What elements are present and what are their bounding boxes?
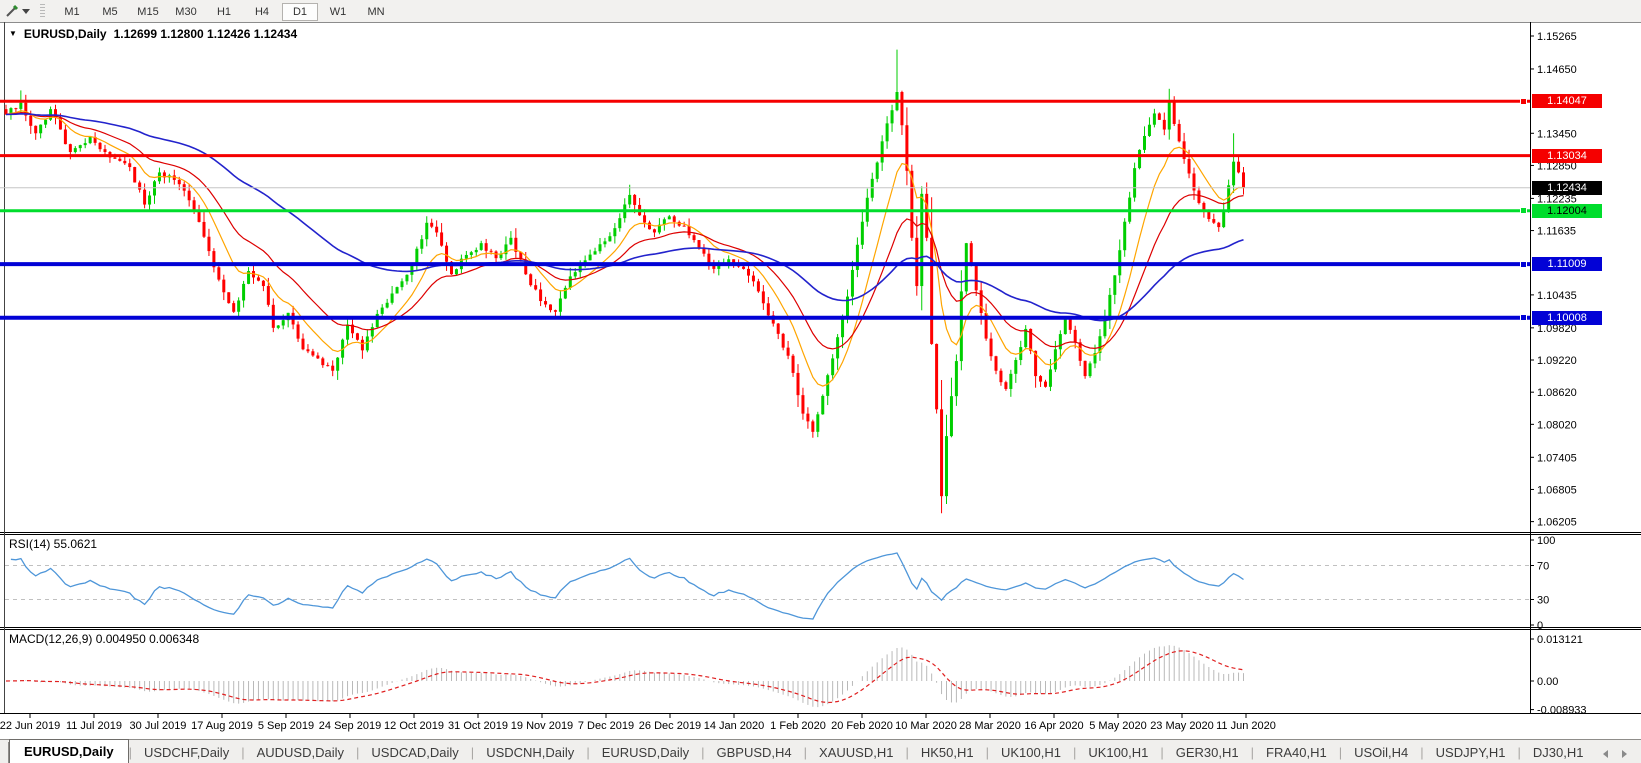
tab-bar-edge <box>0 742 9 763</box>
level-line-handle[interactable] <box>1520 314 1527 321</box>
tab-usdcad-daily[interactable]: USDCAD,Daily <box>359 742 470 763</box>
level-line-handle[interactable] <box>1520 98 1527 105</box>
tab-list: EURUSD,Daily|USDCHF,Daily|AUDUSD,Daily|U… <box>9 739 1595 763</box>
tab-eurusd-daily[interactable]: EURUSD,Daily <box>590 742 701 763</box>
svg-text:100: 100 <box>1537 535 1555 547</box>
tab-usdcnh-daily[interactable]: USDCNH,Daily <box>474 742 586 763</box>
svg-text:28 Mar 2020: 28 Mar 2020 <box>959 720 1021 732</box>
tab-uk100-h1[interactable]: UK100,H1 <box>1076 742 1160 763</box>
svg-text:14 Jan 2020: 14 Jan 2020 <box>704 720 765 732</box>
collapse-chart-icon[interactable]: ▼ <box>9 29 17 39</box>
tab-usdjpy-h1[interactable]: USDJPY,H1 <box>1424 742 1518 763</box>
chart-title: ▼ EURUSD,Daily 1.12699 1.12800 1.12426 1… <box>9 27 297 41</box>
tab-xauusd-h1[interactable]: XAUUSD,H1 <box>807 742 905 763</box>
svg-text:1.09220: 1.09220 <box>1537 355 1577 367</box>
svg-text:1.11635: 1.11635 <box>1537 226 1576 238</box>
svg-text:17 Aug 2019: 17 Aug 2019 <box>191 720 253 732</box>
tab-usdchf-daily[interactable]: USDCHF,Daily <box>132 742 241 763</box>
tab-scroll-left-icon[interactable] <box>1603 750 1608 758</box>
trading-app-window: M1M5M15M30H1H4D1W1MN 1.152651.146501.134… <box>0 0 1641 763</box>
svg-text:1.07405: 1.07405 <box>1537 452 1577 464</box>
svg-text:1.06205: 1.06205 <box>1537 517 1577 529</box>
svg-text:1.08020: 1.08020 <box>1537 419 1577 431</box>
svg-text:31 Oct 2019: 31 Oct 2019 <box>448 720 508 732</box>
svg-text:70: 70 <box>1537 561 1549 573</box>
svg-text:1.13450: 1.13450 <box>1537 128 1577 140</box>
svg-text:1.08620: 1.08620 <box>1537 387 1577 399</box>
svg-text:5 May 2020: 5 May 2020 <box>1089 720 1146 732</box>
tab-scroll-right-icon[interactable] <box>1622 750 1627 758</box>
tab-scroll-controls <box>1603 750 1641 763</box>
svg-text:23 May 2020: 23 May 2020 <box>1150 720 1214 732</box>
svg-text:10 Mar 2020: 10 Mar 2020 <box>895 720 957 732</box>
tab-hk50-h1[interactable]: HK50,H1 <box>909 742 986 763</box>
main-chart-canvas[interactable]: 1.152651.146501.134501.128501.122351.116… <box>0 0 1641 739</box>
price-badge-1.11009: 1.11009 <box>1532 257 1602 271</box>
tab-audusd-daily[interactable]: AUDUSD,Daily <box>245 742 356 763</box>
svg-text:1.06805: 1.06805 <box>1537 484 1577 496</box>
svg-text:12 Oct 2019: 12 Oct 2019 <box>384 720 444 732</box>
svg-text:11 Jul 2019: 11 Jul 2019 <box>66 720 122 732</box>
rsi-indicator-label: RSI(14) 55.0621 <box>9 537 97 551</box>
price-badge-1.10008: 1.10008 <box>1532 311 1602 325</box>
level-line-handle[interactable] <box>1520 261 1527 268</box>
svg-text:0.00: 0.00 <box>1537 676 1558 688</box>
ohlc-values: 1.12699 1.12800 1.12426 1.12434 <box>114 27 298 41</box>
price-badge-1.12004: 1.12004 <box>1532 204 1602 218</box>
svg-text:22 Jun 2019: 22 Jun 2019 <box>0 720 60 732</box>
svg-text:1.10435: 1.10435 <box>1537 290 1577 302</box>
svg-text:1.14650: 1.14650 <box>1537 64 1577 76</box>
svg-text:26 Dec 2019: 26 Dec 2019 <box>639 720 701 732</box>
macd-indicator-label: MACD(12,26,9) 0.004950 0.006348 <box>9 632 199 646</box>
tab-fra40-h1[interactable]: FRA40,H1 <box>1254 742 1339 763</box>
svg-text:16 Apr 2020: 16 Apr 2020 <box>1024 720 1083 732</box>
svg-text:24 Sep 2019: 24 Sep 2019 <box>319 720 381 732</box>
svg-text:7 Dec 2019: 7 Dec 2019 <box>578 720 634 732</box>
svg-text:5 Sep 2019: 5 Sep 2019 <box>258 720 314 732</box>
svg-text:20 Feb 2020: 20 Feb 2020 <box>831 720 893 732</box>
svg-text:1 Feb 2020: 1 Feb 2020 <box>770 720 826 732</box>
price-badge-1.14047: 1.14047 <box>1532 94 1602 108</box>
svg-text:11 Jun 2020: 11 Jun 2020 <box>1216 720 1276 732</box>
tab-uk100-h1[interactable]: UK100,H1 <box>989 742 1073 763</box>
svg-text:19 Nov 2019: 19 Nov 2019 <box>511 720 573 732</box>
tab-usoil-h4[interactable]: USOil,H4 <box>1342 742 1420 763</box>
tab-ger30-h1[interactable]: GER30,H1 <box>1164 742 1251 763</box>
symbol-period-label: EURUSD,Daily <box>24 27 107 41</box>
svg-text:1.15265: 1.15265 <box>1537 31 1577 43</box>
price-badge-1.12434: 1.12434 <box>1532 181 1602 195</box>
tab-eurusd-daily[interactable]: EURUSD,Daily <box>9 739 129 763</box>
svg-text:30 Jul 2019: 30 Jul 2019 <box>130 720 187 732</box>
svg-text:0.013121: 0.013121 <box>1537 634 1583 646</box>
svg-text:-0.008933: -0.008933 <box>1537 705 1587 717</box>
svg-text:0: 0 <box>1537 620 1543 632</box>
tab-gbpusd-h4[interactable]: GBPUSD,H4 <box>705 742 804 763</box>
chart-tab-bar: EURUSD,Daily|USDCHF,Daily|AUDUSD,Daily|U… <box>0 739 1641 763</box>
level-line-handle[interactable] <box>1520 207 1527 214</box>
tab-dj30-h1[interactable]: DJ30,H1 <box>1521 742 1596 763</box>
price-badge-1.13034: 1.13034 <box>1532 149 1602 163</box>
svg-text:30: 30 <box>1537 595 1549 607</box>
